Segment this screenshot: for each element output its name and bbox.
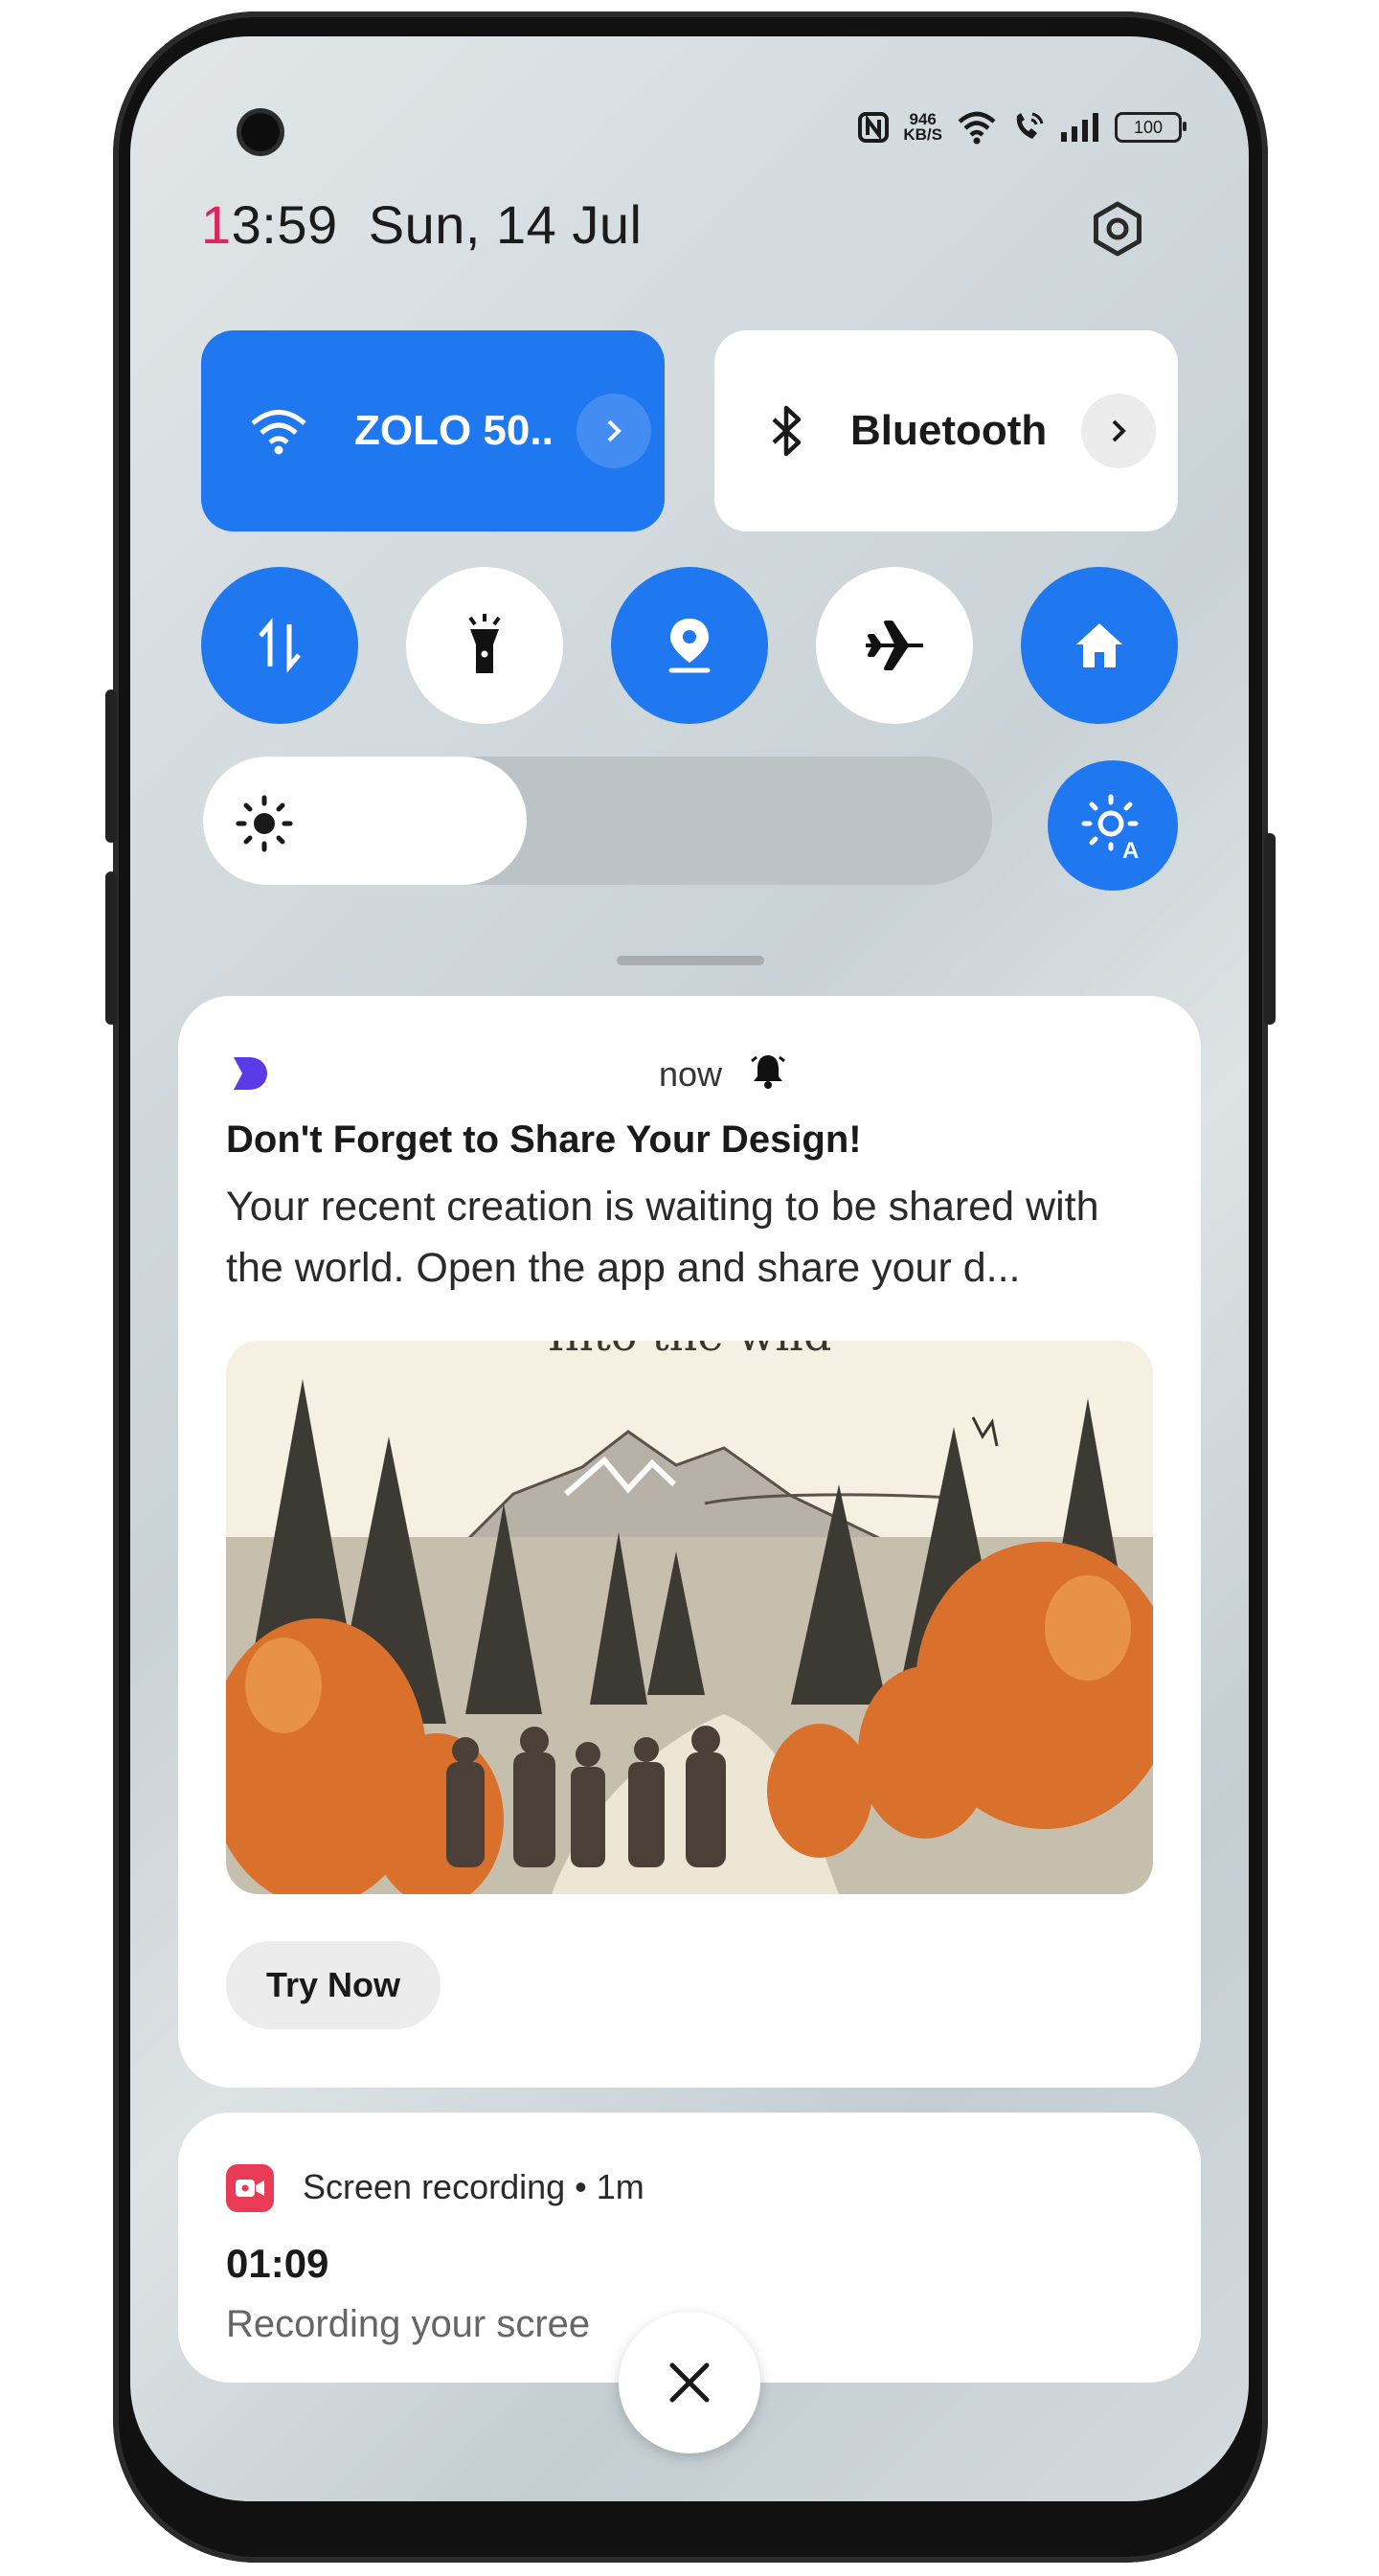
flashlight-icon: [468, 614, 501, 673]
shade-drag-handle[interactable]: [617, 956, 764, 965]
power-button: [1264, 833, 1276, 1025]
settings-gear-icon[interactable]: [1090, 201, 1145, 257]
screen-recording-icon: [226, 2164, 274, 2212]
airplane-mode-toggle[interactable]: [816, 567, 973, 724]
volume-up-button: [105, 689, 117, 843]
wifi-network-name: ZOLO 50..: [354, 407, 554, 454]
cell-signal-icon: [1061, 113, 1098, 142]
app-logo-icon: [234, 1057, 267, 1090]
clock-date[interactable]: 13:59 Sun, 14 Jul: [201, 193, 642, 256]
network-speed: 946 KB/S: [903, 110, 942, 144]
nfc-icon: [858, 112, 890, 143]
bluetooth-icon: [772, 405, 802, 457]
mobile-data-icon: [259, 618, 301, 673]
airplane-mode-icon: [866, 621, 923, 670]
bluetooth-tile[interactable]: Bluetooth: [714, 330, 1178, 531]
battery-icon: 100: [1115, 112, 1187, 143]
clock-first-digit: 1: [201, 194, 232, 255]
recording-timer: 01:09: [226, 2241, 329, 2286]
recording-label: Screen recording • 1m: [303, 2167, 644, 2206]
close-icon: [669, 2362, 710, 2403]
bluetooth-label: Bluetooth: [850, 407, 1048, 454]
brightness-icon: [236, 795, 293, 852]
recording-description: Recording your scree: [226, 2303, 591, 2345]
front-camera: [241, 113, 280, 151]
auto-brightness-icon: A: [1081, 794, 1139, 860]
wifi-status-icon: [958, 111, 996, 145]
home-icon: [1076, 623, 1122, 667]
notification-body: Your recent creation is waiting to be sh…: [226, 1184, 1099, 1291]
clock-time: 3:59: [231, 194, 338, 255]
clear-notifications-button[interactable]: [619, 2312, 760, 2453]
location-icon: [668, 619, 711, 673]
wifi-details-button[interactable]: [576, 394, 651, 468]
chevron-right-icon: [1112, 419, 1127, 442]
chevron-right-icon: [607, 419, 622, 442]
bluetooth-details-button[interactable]: [1081, 394, 1157, 468]
image-caption: Into the wild: [548, 1341, 832, 1361]
location-toggle[interactable]: [611, 567, 768, 724]
wifi-calling-icon: [1016, 112, 1044, 139]
wifi-icon: [251, 410, 306, 455]
try-now-button[interactable]: Try Now: [226, 1941, 441, 2029]
notification-shade: 946 KB/S 100 13:59 Sun, 14 Jul ZOLO 50..…: [130, 36, 1249, 2501]
flashlight-toggle[interactable]: [406, 567, 563, 724]
status-icons: 946 KB/S 100: [857, 103, 1187, 151]
notification-title: Don't Forget to Share Your Design!: [226, 1119, 862, 1161]
wifi-tile[interactable]: ZOLO 50..: [201, 330, 665, 531]
alarm-bell-icon: [751, 1055, 785, 1089]
svg-text:A: A: [1122, 838, 1139, 860]
date-label: Sun, 14 Jul: [368, 194, 643, 255]
forest-hikers-illustration: Into the wild: [226, 1341, 1153, 1894]
home-toggle[interactable]: [1021, 567, 1178, 724]
notification-time: now: [659, 1054, 723, 1094]
notification-image: Into the wild: [226, 1341, 1153, 1894]
volume-down-button: [105, 871, 117, 1025]
mobile-data-toggle[interactable]: [201, 567, 358, 724]
auto-brightness-button[interactable]: A: [1048, 760, 1178, 891]
